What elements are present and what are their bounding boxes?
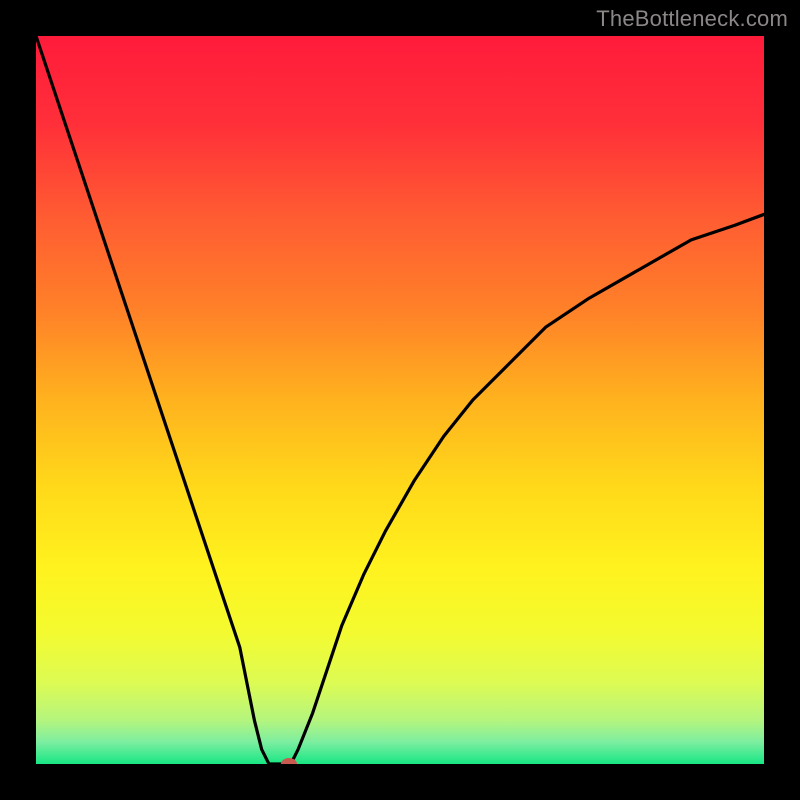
- optimal-point-marker: [281, 758, 297, 764]
- attribution-label: TheBottleneck.com: [596, 6, 788, 32]
- plot-area: [36, 36, 764, 764]
- chart-stage: TheBottleneck.com: [0, 0, 800, 800]
- curve-layer: [36, 36, 764, 764]
- bottleneck-curve: [36, 36, 764, 764]
